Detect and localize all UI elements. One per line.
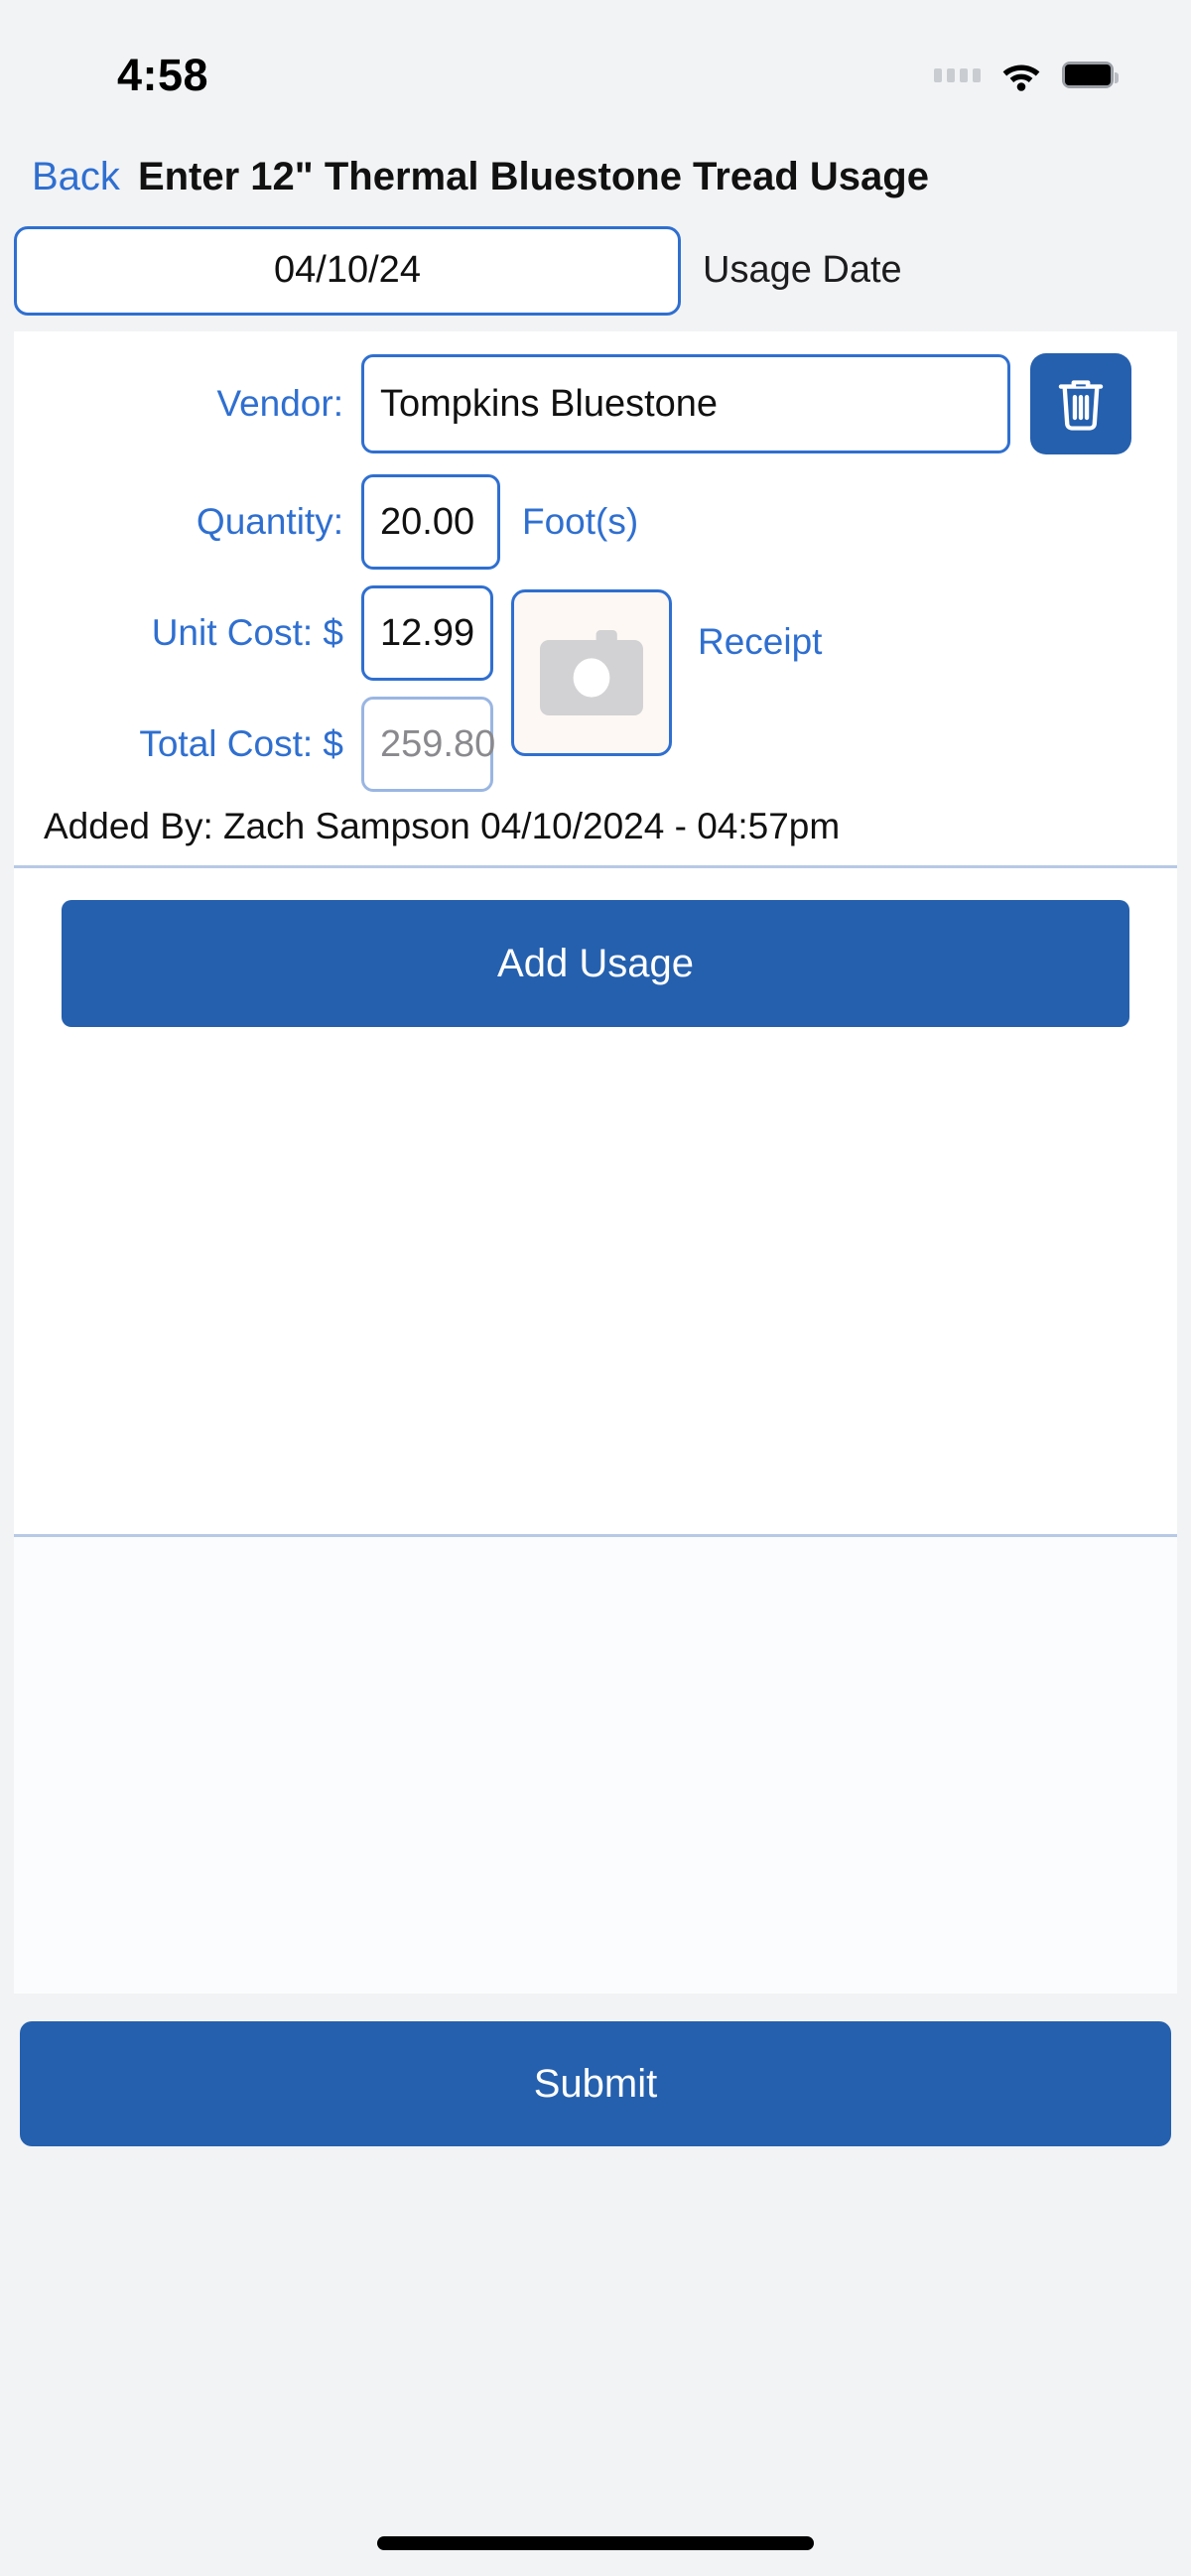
page-title: Enter 12" Thermal Bluestone Tread Usage [137,154,929,198]
camera-icon [540,630,643,715]
vendor-input[interactable]: Tompkins Bluestone [361,354,1010,453]
quantity-label: Quantity: [196,501,343,542]
usage-date-row: 04/10/24 Usage Date [0,218,1191,322]
total-cost-input: 259.80 [361,697,495,792]
trash-icon [1058,380,1104,431]
home-indicator-wrapper [0,2536,1191,2550]
vendor-row: Vendor: Tompkins Bluestone [14,353,1177,454]
receipt-area: Receipt [493,585,822,792]
quantity-input[interactable]: 20.00 [361,474,500,570]
status-time: 4:58 [117,49,209,100]
home-indicator[interactable] [377,2536,814,2550]
added-by-text: Added By: Zach Sampson 04/10/2024 - 04:5… [44,806,841,846]
usage-date-label: Usage Date [703,249,902,291]
status-bar: 4:58 [0,0,1191,134]
delete-entry-button[interactable] [1030,353,1131,454]
lower-empty-panel [14,1537,1177,1994]
cost-fields: Unit Cost: $ 12.99 Total Cost: $ 259.80 [34,585,495,792]
total-cost-row: Total Cost: $ 259.80 [34,697,495,792]
usage-entry-card: Vendor: Tompkins Bluestone Quantity: 20.… [14,331,1177,865]
wifi-icon [1002,64,1040,91]
total-cost-label: Total Cost: $ [139,723,343,764]
add-usage-button[interactable]: Add Usage [62,900,1129,1027]
quantity-unit-label: Foot(s) [522,501,639,542]
status-indicators [934,60,1119,91]
panel-empty-space [14,1027,1177,1534]
unit-cost-input[interactable]: 12.99 [361,585,493,681]
submit-button[interactable]: Submit [20,2021,1171,2146]
cost-and-receipt-block: Unit Cost: $ 12.99 Total Cost: $ 259.80 … [14,585,1177,792]
receipt-label: Receipt [698,621,823,662]
battery-full-icon [1062,62,1119,88]
signal-dots-icon [934,67,981,82]
back-button[interactable]: Back [32,157,120,196]
app-screen: 4:58 Back Enter 12" Thermal Bluestone Tr… [0,0,1191,2576]
navigation-bar: Back Enter 12" Thermal Bluestone Tread U… [0,134,1191,218]
add-usage-panel: Add Usage [14,868,1177,1534]
unit-cost-row: Unit Cost: $ 12.99 [34,585,493,681]
usage-date-input[interactable]: 04/10/24 [14,225,681,316]
receipt-capture-button[interactable] [511,589,672,756]
vendor-label: Vendor: [216,383,343,424]
quantity-row: Quantity: 20.00 Foot(s) [14,474,1177,570]
submit-wrapper: Submit [0,1994,1191,2146]
unit-cost-label: Unit Cost: $ [151,612,343,653]
add-usage-wrapper: Add Usage [14,868,1177,1027]
